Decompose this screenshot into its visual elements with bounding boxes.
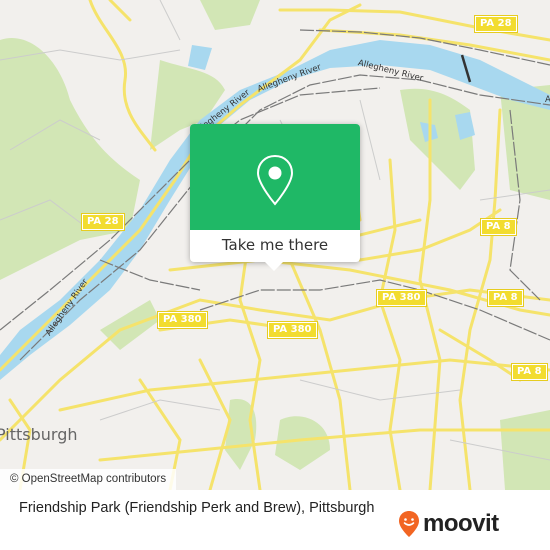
moovit-logo[interactable]: moovit xyxy=(398,510,499,538)
location-popup: Take me there xyxy=(190,124,360,271)
route-shield-pa-8: PA 8 xyxy=(511,363,548,381)
place-title: Friendship Park (Friendship Perk and Bre… xyxy=(19,500,375,516)
city-label: Pittsburgh xyxy=(0,425,78,444)
take-me-there-button[interactable]: Take me there xyxy=(190,230,360,262)
popup-header xyxy=(190,124,360,230)
route-shield-pa-28: PA 28 xyxy=(474,15,518,33)
popup-pointer xyxy=(264,261,284,271)
map-pin-icon xyxy=(256,154,294,206)
map[interactable]: Allegheny River Allegheny River Alleghen… xyxy=(0,0,550,490)
route-shield-pa-380: PA 380 xyxy=(157,311,208,329)
route-shield-pa-8: PA 8 xyxy=(487,289,524,307)
route-shield-pa-28: PA 28 xyxy=(81,213,125,231)
route-shield-pa-380: PA 380 xyxy=(376,289,427,307)
route-shield-pa-380: PA 380 xyxy=(267,321,318,339)
moovit-wordmark: moovit xyxy=(423,510,499,537)
river-label: Allegheny River xyxy=(545,95,550,105)
route-shield-pa-8: PA 8 xyxy=(480,218,517,236)
map-attribution[interactable]: © OpenStreetMap contributors xyxy=(0,469,177,490)
moovit-smile-pin-icon xyxy=(399,511,419,537)
footer: Friendship Park (Friendship Perk and Bre… xyxy=(0,490,550,550)
